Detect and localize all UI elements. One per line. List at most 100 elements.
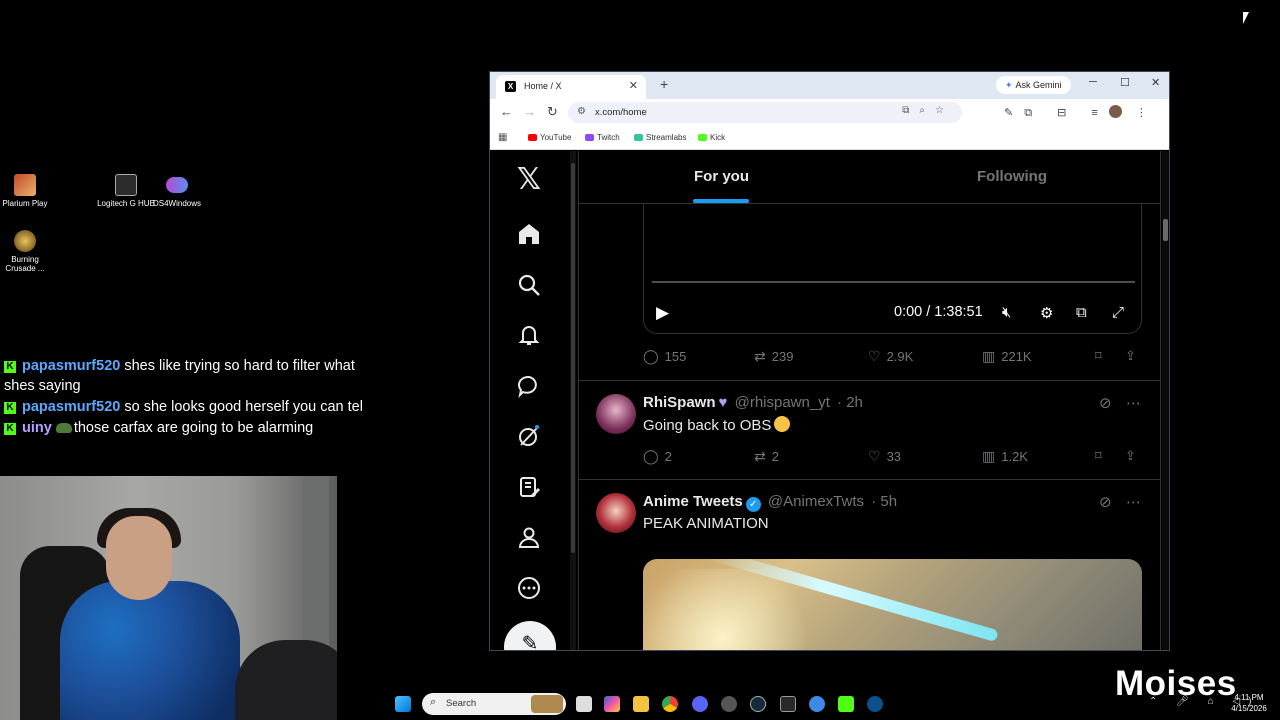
divider: [579, 479, 1160, 480]
views-button[interactable]: ▥ 221K: [982, 348, 1032, 365]
kick-badge-icon: K: [4, 402, 16, 414]
pip-icon[interactable]: ⧉: [1076, 304, 1087, 321]
site-info-icon[interactable]: ⚙: [577, 106, 586, 117]
epic-games-icon[interactable]: [780, 696, 796, 712]
home-icon[interactable]: [515, 220, 543, 248]
view-count: 1.2K: [1001, 449, 1028, 464]
share-icon[interactable]: ⇪: [1125, 348, 1136, 364]
tweet-actions: ◯ 2 ⇄ 2 ♡ 33 ▥ 1.2K ⌑ ⇪: [643, 448, 1142, 468]
address-bar[interactable]: ⚙ x.com/home ⧉⌕☆: [568, 102, 962, 123]
kick-app-icon[interactable]: [838, 696, 854, 712]
messages-icon[interactable]: [515, 372, 543, 400]
reply-button[interactable]: ◯ 155: [643, 348, 686, 365]
settings-gear-icon[interactable]: ⚙: [1040, 304, 1053, 322]
share-icon[interactable]: ⇪: [1125, 448, 1136, 464]
steam-icon[interactable]: [750, 696, 766, 712]
video-time: 0:00 / 1:38:51: [894, 304, 983, 320]
copilot-icon[interactable]: [604, 696, 620, 712]
bookmark-icon[interactable]: ⌑: [1095, 348, 1102, 364]
close-tab-icon[interactable]: ✕: [629, 79, 638, 92]
bookmark-kick[interactable]: Kick: [698, 133, 725, 142]
maximize-icon[interactable]: ☐: [1120, 76, 1130, 89]
back-icon[interactable]: ←: [500, 104, 513, 119]
post-icon[interactable]: ✎: [504, 621, 556, 650]
grok-analyze-icon[interactable]: ⊘: [1099, 394, 1112, 412]
tab-following[interactable]: Following: [977, 168, 1047, 185]
like-button[interactable]: ♡ 2.9K: [868, 348, 913, 365]
emote-icon: [55, 423, 72, 433]
sidebar-scrollbar[interactable]: [570, 151, 576, 650]
cursor-app-icon[interactable]: [867, 696, 883, 712]
bookmark-icon[interactable]: ⌑: [1095, 448, 1102, 464]
tweet-media[interactable]: [643, 559, 1142, 650]
lists-icon[interactable]: [515, 473, 543, 501]
bookmark-twitch[interactable]: Twitch: [585, 133, 620, 142]
tweet-author-handle[interactable]: @AnimexTwts: [768, 493, 864, 510]
browser-tab-x-home[interactable]: X Home / X ✕: [496, 75, 646, 99]
new-tab-icon[interactable]: +: [660, 76, 668, 92]
discord-icon[interactable]: [692, 696, 708, 712]
desktop-icon-plarium[interactable]: Plarium Play: [0, 174, 55, 208]
ask-gemini-label: Ask Gemini: [1015, 80, 1062, 90]
x-sidebar: 𝕏 ✎: [490, 151, 570, 650]
tweet-author-name[interactable]: RhiSpawn: [643, 394, 716, 411]
fullscreen-icon[interactable]: ⤢: [1112, 304, 1124, 321]
sidebar-scroll-thumb[interactable]: [571, 163, 575, 553]
chat-username: uiny: [22, 420, 52, 436]
video-player[interactable]: ▶ 0:00 / 1:38:51 🔇︎ ⚙ ⧉ ⤢: [643, 204, 1142, 334]
bookmark-streamlabs[interactable]: Streamlabs: [634, 133, 686, 142]
tweet[interactable]: Anime Tweets ✓ @AnimexTwts · 5h ⊘ ⋯ PEAK …: [579, 493, 1160, 650]
page-scrollbar[interactable]: [1162, 151, 1169, 650]
views-icon: ▥: [982, 448, 996, 464]
repost-button[interactable]: ⇄ 239: [754, 348, 793, 365]
extension-icons[interactable]: ✎⧉ ⊟ ≡ ⋮: [1004, 105, 1158, 120]
play-icon[interactable]: ▶: [656, 303, 669, 323]
ask-gemini-button[interactable]: ✦ Ask Gemini: [996, 76, 1071, 94]
desktop-icon-ds4windows[interactable]: DS4Windows: [147, 174, 207, 208]
browser-window: X Home / X ✕ + ✦ Ask Gemini ─ ☐ ✕ ← → ↻ ⚙…: [489, 71, 1170, 651]
profile-avatar-icon[interactable]: [1108, 105, 1122, 118]
game-app-icon[interactable]: [721, 696, 737, 712]
close-window-icon[interactable]: ✕: [1151, 76, 1160, 89]
tweet-author-handle[interactable]: @rhispawn_yt: [735, 394, 830, 411]
mute-icon[interactable]: 🔇︎: [1002, 304, 1011, 321]
avatar[interactable]: [596, 394, 636, 434]
page-scroll-thumb[interactable]: [1163, 219, 1168, 241]
notifications-icon[interactable]: [515, 321, 543, 349]
task-view-icon[interactable]: [576, 696, 592, 712]
like-button[interactable]: ♡ 33: [868, 448, 901, 465]
tweet-header: RhiSpawn ♥ @rhispawn_yt · 2h: [643, 394, 863, 411]
chat-message: Kpapasmurf520 so she looks good herself …: [4, 397, 364, 417]
video-progress-bar[interactable]: [652, 281, 1135, 283]
grok-analyze-icon[interactable]: ⊘: [1099, 493, 1112, 511]
more-options-icon[interactable]: ⋯: [1126, 493, 1141, 511]
repost-button[interactable]: ⇄ 2: [754, 448, 779, 465]
x-logo-icon[interactable]: 𝕏: [515, 162, 543, 197]
minimize-icon[interactable]: ─: [1089, 76, 1097, 88]
bookmark-youtube[interactable]: YouTube: [528, 133, 571, 142]
more-options-icon[interactable]: ⋯: [1126, 394, 1141, 412]
file-explorer-icon[interactable]: [633, 696, 649, 712]
watermark: Moises: [1115, 664, 1237, 703]
views-button[interactable]: ▥ 1.2K: [982, 448, 1028, 465]
youtube-icon: [528, 134, 537, 141]
chrome-icon[interactable]: [662, 696, 678, 712]
profile-icon[interactable]: [515, 523, 543, 551]
forward-icon[interactable]: →: [523, 104, 536, 119]
mouse-cursor-icon: [1243, 12, 1249, 24]
reload-icon[interactable]: ↻: [547, 104, 558, 120]
app-icon[interactable]: [809, 696, 825, 712]
windows-start-icon[interactable]: [395, 696, 411, 712]
desktop-icon-burning-crusade[interactable]: Burning Crusade ...: [0, 230, 55, 273]
address-actions[interactable]: ⧉⌕☆: [902, 105, 954, 116]
reply-button[interactable]: ◯ 2: [643, 448, 672, 465]
tweet[interactable]: RhiSpawn ♥ @rhispawn_yt · 2h ⊘ ⋯ Going ba…: [579, 394, 1160, 480]
taskbar-search[interactable]: ⌕ Search: [422, 693, 566, 715]
tab-for-you[interactable]: For you: [694, 168, 749, 185]
grok-icon[interactable]: [515, 422, 543, 450]
tweet-author-name[interactable]: Anime Tweets: [643, 493, 743, 510]
more-icon[interactable]: [515, 574, 543, 602]
avatar[interactable]: [596, 493, 636, 533]
apps-icon[interactable]: ▦: [498, 132, 507, 143]
search-icon[interactable]: [515, 271, 543, 299]
